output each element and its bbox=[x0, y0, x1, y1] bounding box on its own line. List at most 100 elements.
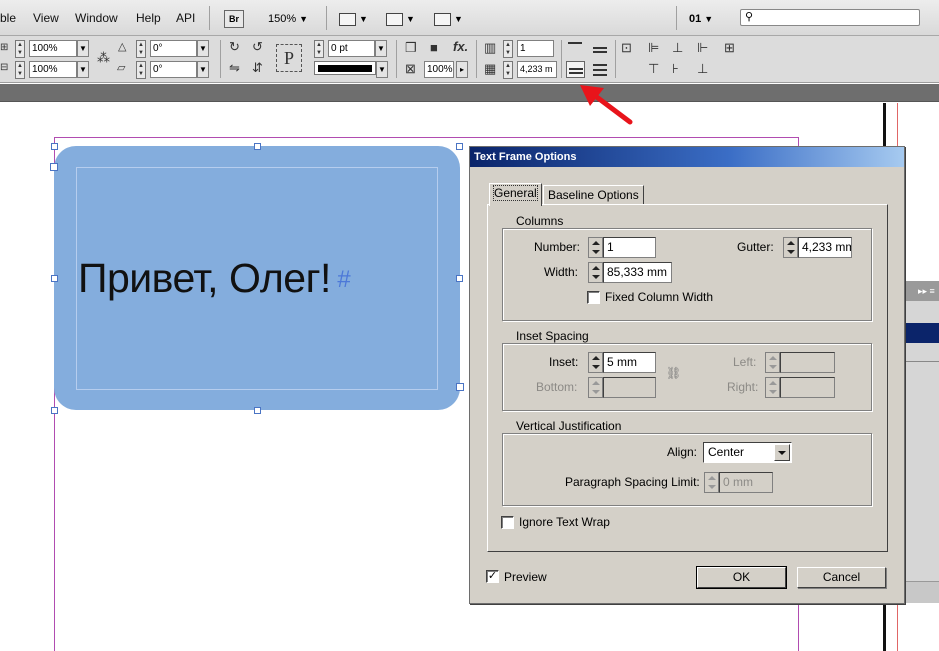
arrange-documents-dropdown[interactable]: ▼ bbox=[434, 10, 463, 28]
left-label: Left: bbox=[733, 355, 757, 369]
bottom-field bbox=[603, 377, 656, 398]
opacity-field[interactable]: 100% bbox=[424, 61, 454, 78]
columns-field[interactable]: 1 bbox=[517, 40, 554, 57]
scale-y-field[interactable]: 100% bbox=[29, 61, 77, 78]
annotation-arrow-icon bbox=[580, 85, 633, 125]
fit-frame-icon[interactable]: ⊡ bbox=[621, 40, 632, 56]
justify-vertical-icon bbox=[593, 74, 607, 76]
dialog-title-bar[interactable]: Text Frame Options bbox=[470, 147, 904, 167]
tab-baseline-options[interactable]: Baseline Options bbox=[543, 185, 644, 205]
flip-vertical-icon[interactable]: ⇵ bbox=[252, 60, 263, 76]
workspace-dropdown[interactable]: 01 ▼ bbox=[689, 10, 713, 28]
shear-dropdown[interactable]: ▼ bbox=[197, 61, 209, 78]
scale-x-dropdown[interactable]: ▼ bbox=[77, 40, 89, 57]
resize-handle[interactable] bbox=[51, 143, 58, 150]
columns-stepper[interactable]: ▲ ▼ bbox=[503, 40, 513, 58]
align-bottom-button[interactable] bbox=[566, 61, 585, 78]
resize-handle[interactable] bbox=[254, 143, 261, 150]
rotate-ccw-icon[interactable]: ↺ bbox=[252, 39, 263, 55]
preview-checkbox[interactable]: ✓ bbox=[486, 570, 499, 583]
menu-window[interactable]: Window bbox=[75, 11, 118, 25]
menu-api[interactable]: API bbox=[176, 11, 195, 25]
chevron-down-icon: ▼ bbox=[299, 14, 309, 24]
stroke-weight-field[interactable]: 0 pt bbox=[328, 40, 375, 57]
in-port-handle[interactable] bbox=[50, 163, 58, 171]
scale-y-dropdown[interactable]: ▼ bbox=[77, 61, 89, 78]
opacity-dropdown[interactable]: ▸ bbox=[456, 61, 468, 78]
cancel-button[interactable]: Cancel bbox=[797, 567, 886, 588]
shadow-icon[interactable]: ■ bbox=[430, 40, 438, 55]
search-input[interactable]: ⚲ bbox=[740, 9, 920, 26]
text-frame-options-dialog: Text Frame Options General Baseline Opti… bbox=[469, 146, 905, 604]
rotate-cw-icon[interactable]: ↻ bbox=[229, 39, 240, 55]
stroke-type-swatch[interactable] bbox=[314, 61, 376, 75]
columns-group-title: Columns bbox=[513, 214, 567, 228]
stroke-weight-dropdown[interactable]: ▼ bbox=[375, 40, 387, 57]
inset-field[interactable]: 5 mm bbox=[603, 352, 656, 373]
number-stepper[interactable] bbox=[588, 237, 603, 258]
out-port-handle[interactable] bbox=[456, 383, 464, 391]
align-top-edges-icon[interactable]: ⊤ bbox=[648, 61, 659, 77]
inset-stepper[interactable] bbox=[588, 352, 603, 373]
number-field[interactable]: 1 bbox=[603, 237, 656, 258]
menu-table[interactable]: ble bbox=[0, 11, 16, 25]
resize-handle[interactable] bbox=[51, 407, 58, 414]
width-stepper[interactable] bbox=[588, 262, 603, 283]
chevron-down-icon[interactable] bbox=[774, 444, 790, 461]
align-center-button[interactable] bbox=[591, 42, 609, 58]
align-top-icon bbox=[568, 42, 582, 44]
ok-button[interactable]: OK bbox=[696, 566, 787, 589]
screen-mode-dropdown[interactable]: ▼ bbox=[386, 10, 415, 28]
shear-field[interactable]: 0° bbox=[150, 61, 197, 78]
document-tab-strip bbox=[0, 84, 939, 102]
left-field bbox=[780, 352, 835, 373]
justify-vertical-icon bbox=[593, 64, 607, 66]
panel-collapse-icon[interactable]: ▸▸ ≡ bbox=[904, 281, 939, 301]
shear-stepper[interactable]: ▲ ▼ bbox=[136, 61, 146, 79]
stroke-weight-stepper[interactable]: ▲ ▼ bbox=[314, 40, 324, 58]
menu-help[interactable]: Help bbox=[136, 11, 161, 25]
rotate-field[interactable]: 0° bbox=[150, 40, 197, 57]
align-left-edges-icon[interactable]: ⊫ bbox=[648, 40, 659, 56]
flip-horizontal-icon[interactable]: ⇋ bbox=[229, 60, 240, 76]
ignore-text-wrap-checkbox[interactable] bbox=[501, 516, 514, 529]
align-vertical-centers-icon[interactable]: ⊦ bbox=[672, 61, 679, 77]
shear-icon: ▱ bbox=[117, 62, 126, 74]
panel-selected-row[interactable] bbox=[904, 323, 939, 343]
distribute-icon[interactable]: ⊞ bbox=[724, 40, 735, 56]
resize-handle[interactable] bbox=[456, 143, 463, 150]
menu-view[interactable]: View bbox=[33, 11, 59, 25]
width-field[interactable]: 85,333 mm bbox=[603, 262, 672, 283]
stroke-type-dropdown[interactable]: ▼ bbox=[376, 61, 388, 78]
align-horizontal-centers-icon[interactable]: ⊥ bbox=[672, 40, 683, 56]
resize-handle[interactable] bbox=[456, 275, 463, 282]
align-select[interactable]: Center bbox=[703, 442, 792, 463]
zoom-dropdown[interactable]: 150% ▼ bbox=[268, 10, 308, 28]
gutter-stepper[interactable] bbox=[783, 237, 798, 258]
resize-handle[interactable] bbox=[51, 275, 58, 282]
tab-general[interactable]: General bbox=[489, 183, 542, 206]
scale-y-stepper[interactable]: ▲ ▼ bbox=[15, 61, 25, 79]
screen-mode-icon bbox=[386, 12, 403, 26]
align-bottom-edges-icon[interactable]: ⊥ bbox=[697, 61, 708, 77]
fixed-column-width-checkbox[interactable] bbox=[587, 291, 600, 304]
scale-x-field[interactable]: 100% bbox=[29, 40, 77, 57]
gutter-field[interactable]: 4,233 mm bbox=[798, 237, 852, 258]
reference-point-icon[interactable]: P bbox=[276, 44, 302, 72]
rotate-dropdown[interactable]: ▼ bbox=[197, 40, 209, 57]
view-options-dropdown[interactable]: ▼ bbox=[339, 10, 368, 28]
resize-handle[interactable] bbox=[254, 407, 261, 414]
frame-text[interactable]: Привет, Олег! bbox=[78, 255, 331, 302]
gutter-stepper[interactable]: ▲ ▼ bbox=[503, 61, 513, 79]
align-top-button[interactable] bbox=[566, 40, 584, 56]
rotate-stepper[interactable]: ▲ ▼ bbox=[136, 40, 146, 58]
link-chain-icon[interactable]: ⛓ bbox=[666, 366, 681, 380]
gutter-field[interactable]: 4,233 m bbox=[517, 61, 557, 78]
drop-shadow-icon[interactable]: ❒ bbox=[405, 40, 417, 56]
bridge-button[interactable]: Br bbox=[224, 10, 244, 28]
constrain-proportions-icon[interactable]: ⁂ bbox=[97, 50, 110, 66]
effects-fx-icon[interactable]: fx. bbox=[453, 39, 468, 54]
scale-x-stepper[interactable]: ▲ ▼ bbox=[15, 40, 25, 58]
align-right-edges-icon[interactable]: ⊩ bbox=[697, 40, 708, 56]
justify-vertical-button[interactable] bbox=[591, 61, 609, 78]
